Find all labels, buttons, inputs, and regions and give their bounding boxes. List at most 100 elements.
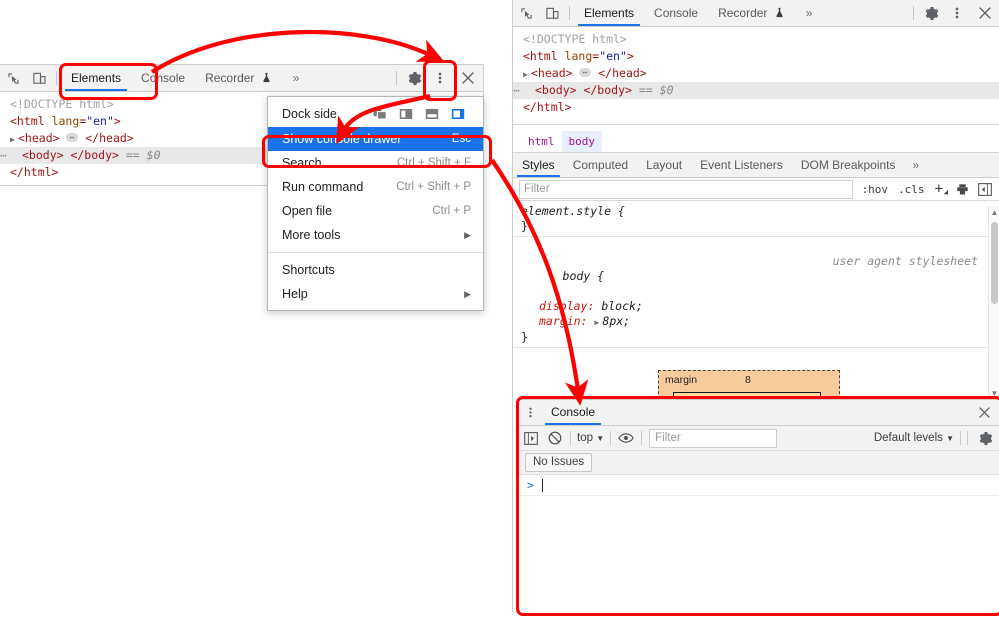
- tab-overflow-right-label: »: [805, 6, 813, 20]
- device-toolbar-icon-right[interactable]: [539, 0, 565, 26]
- tab-console[interactable]: Console: [131, 65, 195, 91]
- console-context-selector[interactable]: top ▼: [574, 432, 607, 444]
- console-drawer-close-icon[interactable]: [969, 400, 999, 425]
- tab-recorder-right[interactable]: Recorder: [708, 0, 794, 26]
- console-filter-placeholder: Filter: [655, 432, 681, 444]
- plus-icon[interactable]: + ◢: [930, 181, 951, 197]
- scroll-up-arrow-icon[interactable]: ▲: [989, 207, 999, 218]
- scroll-down-arrow-icon[interactable]: ▼: [989, 388, 999, 399]
- no-issues-button[interactable]: No Issues: [525, 453, 593, 472]
- row-menu-dots-icon[interactable]: ⋯: [0, 147, 8, 164]
- clear-console-icon[interactable]: [543, 426, 567, 450]
- menu-item-more-tools-label: More tools: [282, 228, 341, 242]
- chevron-down-icon-context: ▼: [596, 434, 605, 443]
- dom-row-html-open-right[interactable]: <html lang="en">: [513, 48, 999, 65]
- close-icon-right[interactable]: [970, 0, 999, 26]
- hov-toggle[interactable]: :hov: [857, 183, 894, 196]
- dock-to-bottom-icon[interactable]: [419, 103, 445, 125]
- body-rule-close-brace: }: [521, 330, 528, 344]
- cls-toggle[interactable]: .cls: [893, 183, 930, 196]
- toggle-sidebar-icon[interactable]: [974, 182, 999, 196]
- live-expression-icon[interactable]: [614, 426, 638, 450]
- menu-item-search[interactable]: Search Ctrl + Shift + F: [268, 151, 483, 175]
- breadcrumb-item-html[interactable]: html: [521, 131, 562, 152]
- dom-row-head-right[interactable]: ▶ <head> ⋯ </head>: [513, 65, 999, 82]
- console-prompt-row[interactable]: >: [519, 475, 999, 496]
- styles-scrollbar-thumb[interactable]: [991, 222, 998, 304]
- menu-item-help-label: Help: [282, 287, 308, 301]
- menu-item-show-console-drawer[interactable]: Show console drawer Esc: [268, 127, 483, 151]
- collapsed-children-badge-right[interactable]: ⋯: [579, 68, 592, 77]
- styles-filter-input[interactable]: Filter: [519, 179, 853, 199]
- rule-body-decl-margin[interactable]: margin: ▶ 8px;: [513, 314, 999, 330]
- no-issues-label: No Issues: [533, 456, 585, 468]
- tab-overflow-more-right[interactable]: »: [794, 0, 825, 26]
- tab-console-right[interactable]: Console: [644, 0, 708, 26]
- console-settings-gear-icon[interactable]: [971, 426, 999, 450]
- rule-body-selector[interactable]: user agent stylesheet body {: [513, 237, 999, 299]
- flask-icon-right: [775, 6, 784, 20]
- menu-item-open-file[interactable]: Open file Ctrl + P: [268, 199, 483, 223]
- tab-styles[interactable]: Styles: [513, 153, 564, 177]
- tab-console-label: Console: [141, 71, 186, 85]
- gear-icon-right[interactable]: [918, 0, 944, 26]
- menu-item-open-file-label: Open file: [282, 204, 333, 218]
- right-dom-tree: <!DOCTYPE html> <html lang="en"> ▶ <head>…: [513, 27, 999, 124]
- html-attr-value-right: "en": [599, 49, 627, 63]
- console-drawer-kebab-icon[interactable]: [519, 400, 541, 425]
- gear-icon[interactable]: [401, 65, 427, 91]
- console-output-area[interactable]: [519, 496, 999, 620]
- menu-item-show-console-drawer-label: Show console drawer: [282, 132, 402, 146]
- dom-row-html-close-right[interactable]: </html>: [513, 99, 999, 116]
- drawer-tab-console[interactable]: Console: [541, 400, 605, 425]
- decl-display-prop: display:: [539, 299, 595, 313]
- tab-dom-breakpoints[interactable]: DOM Breakpoints: [792, 153, 905, 177]
- console-toolbar-divider-4: [960, 431, 962, 445]
- tab-event-listeners-label: Event Listeners: [700, 158, 783, 172]
- kebab-menu-icon-right[interactable]: [944, 0, 970, 26]
- console-sidebar-icon[interactable]: [519, 426, 543, 450]
- inspect-cursor-icon[interactable]: [0, 65, 26, 91]
- dock-to-left-icon[interactable]: [393, 103, 419, 125]
- tab-elements[interactable]: Elements: [61, 65, 131, 91]
- dom-row-body-right[interactable]: ⋯ <body> </body> == $0: [513, 82, 999, 99]
- menu-item-run-command-label: Run command: [282, 180, 364, 194]
- html-close-tag-right: </html>: [523, 100, 572, 114]
- tab-layout[interactable]: Layout: [637, 153, 691, 177]
- rule-body-decl-display[interactable]: display: block;: [513, 299, 999, 314]
- tab-styles-label: Styles: [522, 158, 555, 172]
- submenu-arrow-icon: ▶: [464, 229, 471, 240]
- breadcrumb-item-body[interactable]: body: [561, 131, 602, 152]
- styles-scrollbar[interactable]: ▲ ▼: [988, 206, 999, 400]
- menu-item-run-command[interactable]: Run command Ctrl + Shift + P: [268, 175, 483, 199]
- menu-item-open-file-shortcut: Ctrl + P: [432, 205, 471, 217]
- dom-row-doctype-right[interactable]: <!DOCTYPE html>: [513, 31, 999, 48]
- tab-elements-right[interactable]: Elements: [574, 0, 644, 26]
- tab-overflow-label: »: [292, 71, 300, 85]
- tab-event-listeners[interactable]: Event Listeners: [691, 153, 792, 177]
- row-menu-dots-icon-right[interactable]: ⋯: [513, 82, 521, 99]
- collapsed-children-badge[interactable]: ⋯: [66, 133, 79, 142]
- tab-recorder[interactable]: Recorder: [195, 65, 281, 91]
- kebab-menu-icon[interactable]: [427, 65, 453, 91]
- console-filter-input[interactable]: Filter: [649, 428, 777, 448]
- expand-triangle-icon[interactable]: ▶: [10, 131, 18, 148]
- rule-element-style-selector[interactable]: element.style {: [513, 204, 999, 219]
- close-icon[interactable]: [453, 65, 483, 91]
- inspect-cursor-icon-right[interactable]: [513, 0, 539, 26]
- dock-undock-icon[interactable]: [367, 103, 393, 125]
- console-levels-selector[interactable]: Default levels ▼: [871, 432, 957, 444]
- tab-overflow-more[interactable]: »: [281, 65, 312, 91]
- tab-styles-overflow[interactable]: »: [905, 153, 928, 177]
- dock-to-right-icon[interactable]: [445, 103, 471, 125]
- print-preview-icon[interactable]: [951, 183, 974, 196]
- device-toolbar-icon[interactable]: [26, 65, 52, 91]
- box-model-margin-value[interactable]: 8: [745, 374, 751, 386]
- panel-splitter[interactable]: [513, 124, 999, 131]
- expand-triangle-icon-right[interactable]: ▶: [523, 66, 531, 83]
- tab-computed[interactable]: Computed: [564, 153, 637, 177]
- menu-item-shortcuts[interactable]: Shortcuts: [268, 258, 483, 282]
- menu-item-help[interactable]: Help ▶: [268, 282, 483, 306]
- console-toolbar-divider-1: [570, 431, 571, 445]
- menu-item-more-tools[interactable]: More tools ▶: [268, 223, 483, 247]
